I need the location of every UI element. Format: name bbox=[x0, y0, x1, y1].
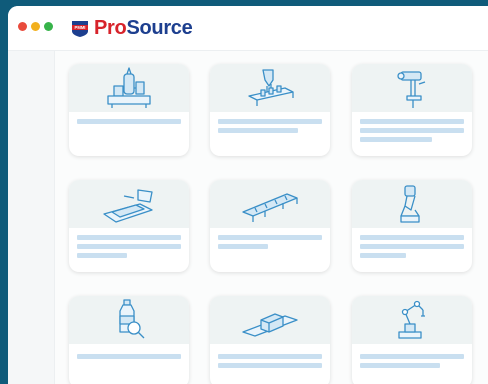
processing-plant-icon bbox=[107, 67, 151, 108]
brand-name: ProSource bbox=[94, 16, 193, 39]
tray-conveyor-icon bbox=[103, 189, 153, 223]
category-card[interactable] bbox=[210, 64, 330, 156]
card-illustration bbox=[352, 64, 472, 112]
title-bar: PMMI ProSource bbox=[8, 6, 488, 51]
card-illustration bbox=[210, 296, 330, 344]
robotic-gripper-icon bbox=[400, 185, 420, 223]
card-illustration bbox=[69, 64, 189, 112]
pmmi-badge-icon: PMMI bbox=[72, 21, 88, 37]
category-card[interactable] bbox=[69, 296, 189, 384]
robot-arm-icon bbox=[398, 300, 425, 339]
browser-window: PMMI ProSource bbox=[8, 6, 488, 384]
minimize-window-button[interactable] bbox=[31, 22, 40, 31]
card-illustration bbox=[69, 296, 189, 344]
sidebar bbox=[8, 51, 55, 384]
wrapping-machine-icon bbox=[242, 313, 298, 337]
belt-conveyor-icon bbox=[242, 193, 298, 222]
card-illustration bbox=[69, 180, 189, 228]
bottle-inspection-icon bbox=[119, 299, 145, 339]
card-illustration bbox=[352, 180, 472, 228]
category-card[interactable] bbox=[69, 180, 189, 272]
badge-text: PMMI bbox=[75, 25, 86, 30]
category-card[interactable] bbox=[352, 64, 472, 156]
category-card[interactable] bbox=[210, 296, 330, 384]
card-illustration bbox=[210, 180, 330, 228]
card-illustration bbox=[210, 64, 330, 112]
filling-machine-icon bbox=[248, 69, 294, 106]
inspection-camera-icon bbox=[397, 71, 426, 108]
card-illustration bbox=[352, 296, 472, 344]
maximize-window-button[interactable] bbox=[44, 22, 53, 31]
close-window-button[interactable] bbox=[18, 22, 27, 31]
category-card[interactable] bbox=[210, 180, 330, 272]
category-card[interactable] bbox=[352, 180, 472, 272]
category-card[interactable] bbox=[69, 64, 189, 156]
category-card[interactable] bbox=[352, 296, 472, 384]
prosource-logo[interactable]: PMMI ProSource bbox=[70, 16, 193, 39]
category-grid bbox=[55, 51, 488, 384]
